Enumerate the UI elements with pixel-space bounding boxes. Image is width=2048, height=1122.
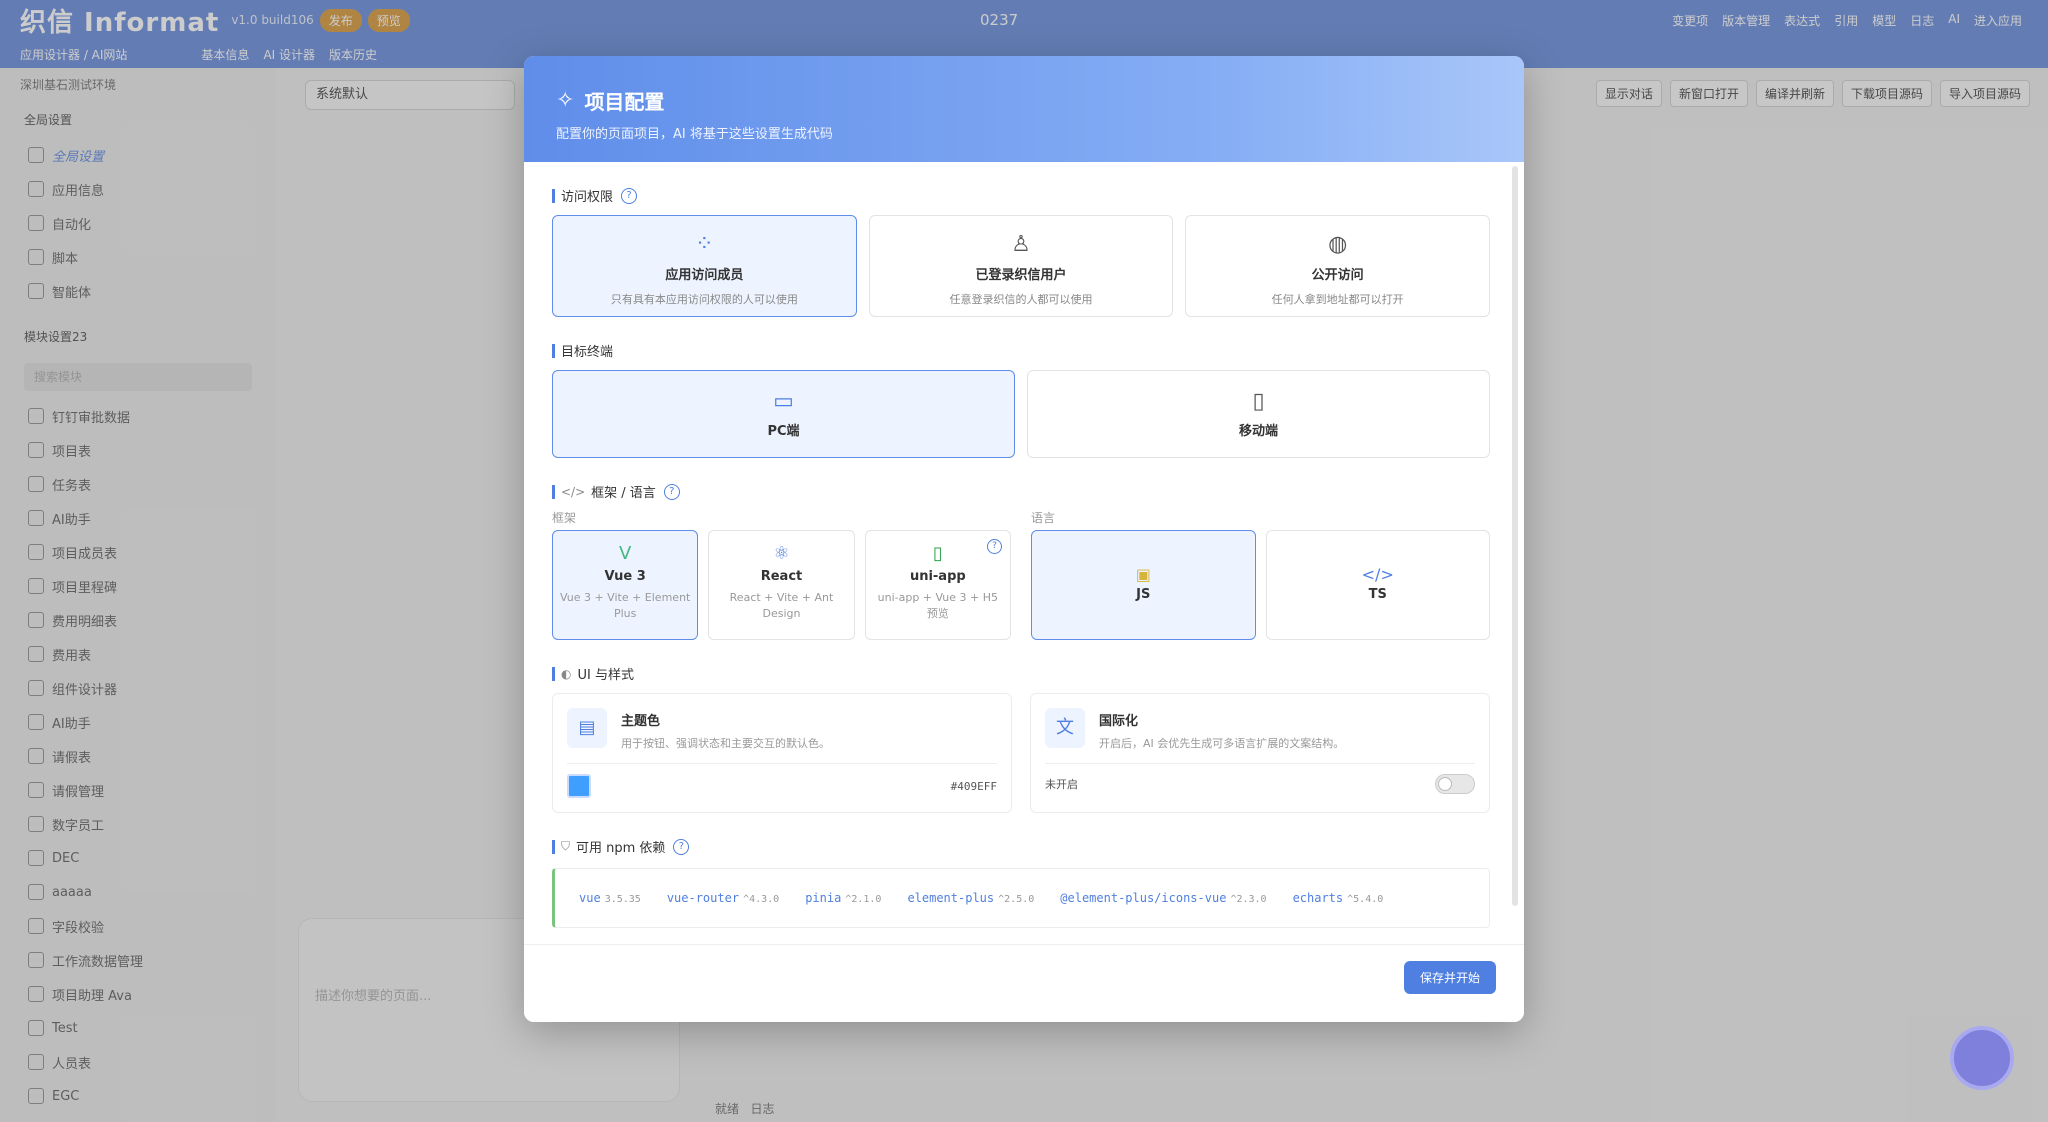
access-option-logged-in[interactable]: ♙ 已登录织信用户 任意登录织信的人都可以使用 (868, 215, 1174, 317)
framework-uniapp[interactable]: ? ▯ uni-app uni-app + Vue 3 + H5 预览 (864, 530, 1011, 640)
npm-package: vue 3.5.35 (579, 891, 641, 905)
globe-icon: ◍ (1328, 232, 1348, 257)
access-option-members[interactable]: ⁘ 应用访问成员 只有具有本应用访问权限的人可以使用 (552, 215, 857, 317)
code-icon: </> (1361, 565, 1394, 584)
apps-icon: ⁘ (695, 232, 714, 257)
react-icon: ⚛ (773, 543, 790, 564)
target-mobile[interactable]: ▯ 移动端 (1027, 370, 1490, 458)
framework-vue[interactable]: V Vue 3 Vue 3 + Vite + Element Plus (552, 530, 699, 640)
project-config-modal: ✧ 项目配置 配置你的页面项目，AI 将基于这些设置生成代码 访问权限? ⁘ 应用… (524, 56, 1524, 1022)
section-access: 访问权限? (552, 186, 1490, 205)
npm-package: pinia ^2.1.0 (805, 891, 882, 905)
i18n-card: 文 国际化 开启后，AI 会优先生成可多语言扩展的文案结构。 未开启 (1030, 693, 1490, 813)
access-option-public[interactable]: ◍ 公开访问 任何人拿到地址都可以打开 (1185, 215, 1491, 317)
language-label: 语言 (1031, 511, 1056, 525)
help-icon[interactable]: ? (621, 187, 638, 204)
color-picker[interactable] (567, 774, 591, 798)
section-target: 目标终端 (552, 341, 1490, 360)
save-and-start-button[interactable]: 保存并开始 (1403, 961, 1496, 994)
modal-title: 项目配置 (584, 90, 665, 114)
translate-icon: 文 (1045, 708, 1085, 748)
language-js[interactable]: ▣ JS (1031, 530, 1256, 640)
vue-icon: V (619, 543, 632, 564)
help-icon[interactable]: ? (986, 539, 1002, 554)
shield-icon: ⛉ (561, 839, 571, 853)
theme-color-card: ▤ 主题色 用于按钮、强调状态和主要交互的默认色。 #409EFF (552, 693, 1012, 813)
mobile-icon: ▯ (1252, 389, 1265, 414)
help-icon[interactable]: ? (673, 838, 690, 855)
paint-roller-icon: ▤ (567, 708, 607, 748)
i18n-state: 未开启 (1045, 778, 1078, 791)
framework-label: 框架 (552, 511, 577, 525)
modal-scrollbar[interactable] (1512, 166, 1518, 906)
npm-list: vue 3.5.35 vue-router ^4.3.0 pinia ^2.1.0 e… (552, 868, 1490, 928)
user-check-icon: ♙ (1011, 232, 1031, 257)
ai-assistant-bot-icon[interactable] (1950, 1026, 2014, 1090)
npm-package: element-plus ^2.5.0 (907, 891, 1035, 905)
modal-footer: 保存并开始 (524, 944, 1524, 1022)
npm-package: echarts ^5.4.0 (1292, 891, 1384, 905)
modal-subtitle: 配置你的页面项目，AI 将基于这些设置生成代码 (556, 127, 833, 142)
code-icon: </> (561, 484, 586, 499)
section-framework: </> 框架 / 语言? (552, 482, 1490, 501)
section-ui: ◐ UI 与样式 (552, 664, 1490, 683)
section-npm: ⛉ 可用 npm 依赖? (552, 837, 1490, 856)
modal-body: 访问权限? ⁘ 应用访问成员 只有具有本应用访问权限的人可以使用 ♙ 已登录织信… (524, 162, 1524, 944)
sparkle-icon: ✧ (556, 88, 575, 113)
npm-package: vue-router ^4.3.0 (666, 891, 780, 905)
help-icon[interactable]: ? (663, 483, 680, 500)
js-icon: ▣ (1135, 565, 1151, 584)
target-pc[interactable]: ▭ PC端 (552, 370, 1015, 458)
npm-package: @element-plus/icons-vue ^2.3.0 (1060, 891, 1267, 905)
i18n-toggle[interactable] (1435, 774, 1475, 794)
palette-icon: ◐ (561, 666, 572, 681)
framework-react[interactable]: ⚛ React React + Vite + Ant Design (708, 530, 855, 640)
theme-color-value: #409EFF (950, 779, 997, 793)
phone-icon: ▯ (932, 543, 943, 564)
language-ts[interactable]: </> TS (1265, 530, 1490, 640)
modal-header: ✧ 项目配置 配置你的页面项目，AI 将基于这些设置生成代码 (524, 56, 1524, 162)
monitor-icon: ▭ (773, 389, 794, 414)
